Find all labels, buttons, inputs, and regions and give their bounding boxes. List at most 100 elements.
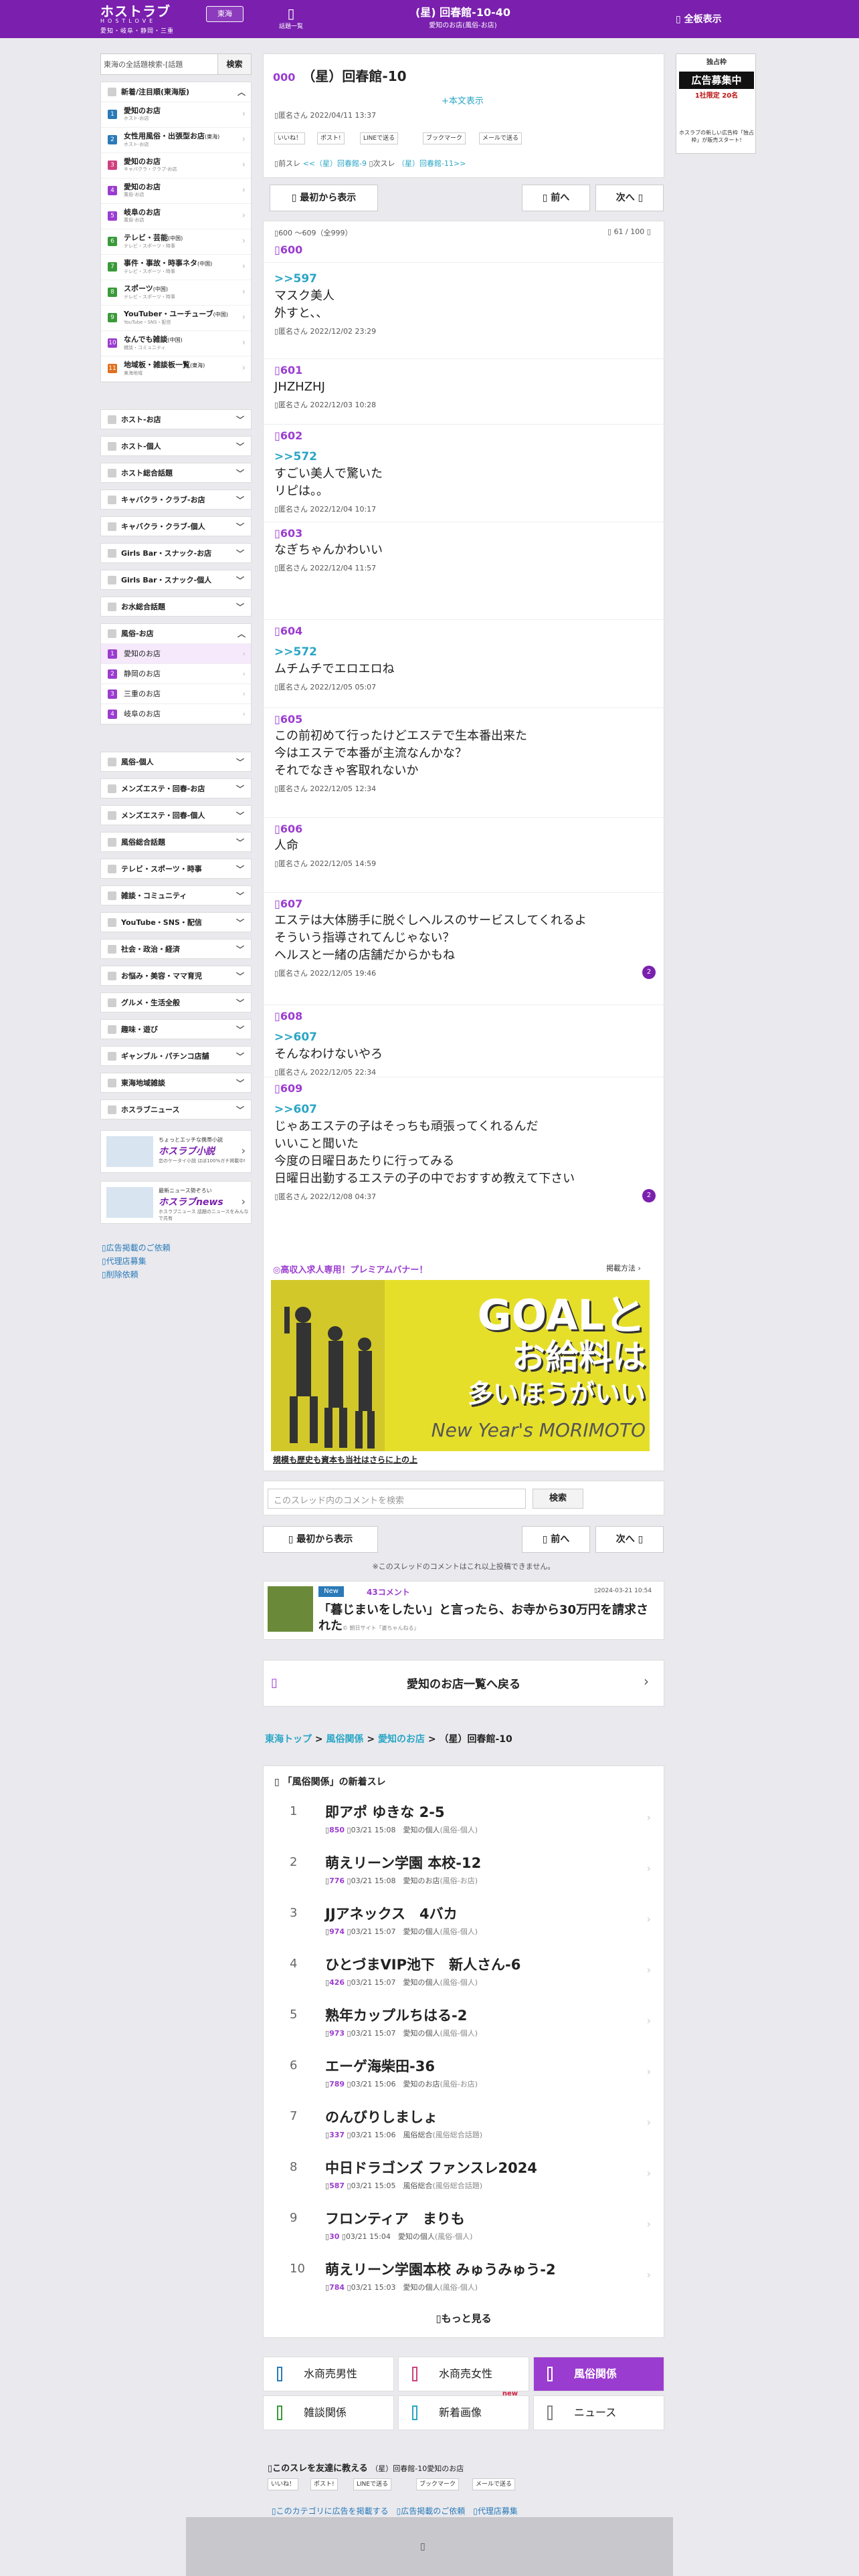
- next-page-button-bottom[interactable]: 次へ ▯: [595, 1526, 664, 1553]
- new-topic-item[interactable]: 8 スポーツ(中国) テレビ・スポーツ・時事 ›: [101, 280, 251, 306]
- category-toggle[interactable]: 風俗総合話題 ﹀: [100, 832, 252, 852]
- share-button[interactable]: いいね！: [268, 2478, 299, 2490]
- breadcrumb-aichi[interactable]: 愛知のお店: [378, 1734, 425, 1745]
- category-tab[interactable]: 新着画像 new: [398, 2390, 529, 2430]
- category-toggle[interactable]: ホスト総合話題 ﹀: [100, 463, 252, 483]
- share-button[interactable]: LINEで送る: [353, 2478, 392, 2490]
- region-button[interactable]: 東海: [206, 6, 244, 22]
- category-toggle[interactable]: 雑談・コミュニティ ﹀: [100, 885, 252, 905]
- new-topic-item[interactable]: 7 事件・事故・時事ネタ(中国) テレビ・スポーツ・時事 ›: [101, 255, 251, 280]
- category-toggle[interactable]: メンズエステ・回春-お店 ﹀: [100, 778, 252, 798]
- more-button[interactable]: ▯もっと見る: [263, 2311, 664, 2325]
- category-toggle[interactable]: 趣味・遊び ﹀: [100, 1019, 252, 1039]
- fuzoku-shop-item[interactable]: 3 三重のお店 ›: [101, 684, 251, 704]
- share-button[interactable]: ブックマーク: [416, 2478, 460, 2490]
- premium-caption[interactable]: 規模も歴史も資本も当社はさらに上の上: [273, 1454, 417, 1465]
- ranking-row[interactable]: 1 即アポ ゆきな 2-5 ▯850 ▯03/21 15:08 愛知の個人(風俗-個…: [263, 1795, 664, 1842]
- full-view-button[interactable]: ▯ 全板表示: [676, 12, 722, 25]
- category-toggle[interactable]: Girls Bar・スナック-お店 ﹀: [100, 543, 252, 563]
- ranking-row[interactable]: 8 中日ドラゴンズ ファンスレ2024 ▯587 ▯03/21 15:05 風俗総合…: [263, 2151, 664, 2197]
- category-toggle[interactable]: ホスラブニュース ﹀: [100, 1099, 252, 1119]
- ad-request-link[interactable]: ▯広告掲載のご依頼: [102, 1241, 171, 1255]
- category-toggle[interactable]: お水総合話題 ﹀: [100, 597, 252, 617]
- exclusive-ad[interactable]: 独占枠 広告募集中 1社限定 20名 ホスラブの新しい広告枠「独占枠」が販売スタ…: [676, 53, 756, 154]
- post-number[interactable]: ▯606: [274, 821, 656, 837]
- reply-count-badge[interactable]: 2: [642, 1189, 656, 1202]
- footer-ad-category-link[interactable]: このカテゴリに広告を掲載する: [276, 2506, 389, 2516]
- new-topic-item[interactable]: 1 愛知のお店 ホスト-お店 ›: [101, 102, 251, 128]
- fuzoku-shop-item[interactable]: 1 愛知のお店 ›: [101, 644, 251, 664]
- site-search-input[interactable]: 東海の全話題検索-[話題: [104, 59, 211, 70]
- new-topic-item[interactable]: 10 なんでも雑談(中国) 雑談・コミュニティ ›: [101, 331, 251, 356]
- category-toggle[interactable]: YouTube・SNS・配信 ﹀: [100, 912, 252, 932]
- comment-search-button[interactable]: 検索: [533, 1489, 583, 1509]
- category-toggle[interactable]: テレビ・スポーツ・時事 ﹀: [100, 859, 252, 879]
- new-topic-item[interactable]: 11 地域板・雑談板一覧(東海) 東海地域 ›: [101, 356, 251, 382]
- show-from-start-button-bottom[interactable]: ▯ 最初から表示: [263, 1526, 378, 1553]
- delete-request-link[interactable]: ▯削除依頼: [102, 1268, 138, 1281]
- ranking-row[interactable]: 2 萌えリーン学園 本校-12 ▯776 ▯03/21 15:08 愛知のお店(風俗…: [263, 1846, 664, 1893]
- new-topic-item[interactable]: 3 愛知のお店 キャバクラ・クラブ-お店 ›: [101, 153, 251, 179]
- post-number[interactable]: ▯607: [274, 896, 656, 912]
- new-topic-item[interactable]: 5 岐阜のお店 風俗-お店 ›: [101, 204, 251, 229]
- prev-page-button[interactable]: ▯ 前へ: [522, 185, 590, 211]
- post-number[interactable]: ▯608: [274, 1008, 656, 1025]
- category-toggle[interactable]: キャバクラ・クラブ-個人 ﹀: [100, 516, 252, 536]
- ranking-row[interactable]: 3 JJアネックス 4バカ ▯974 ▯03/21 15:07 愛知の個人(風俗-個…: [263, 1897, 664, 1943]
- ranking-row[interactable]: 7 のんびりしましょ ▯337 ▯03/21 15:06 風俗総合(風俗総合話題) ›: [263, 2100, 664, 2147]
- category-toggle[interactable]: 社会・政治・経済 ﹀: [100, 939, 252, 959]
- agency-link[interactable]: ▯代理店募集: [102, 1255, 147, 1268]
- category-toggle[interactable]: ホスト-お店 ﹀: [100, 409, 252, 429]
- share-button[interactable]: ポスト!: [317, 132, 345, 144]
- category-tab[interactable]: 水商売女性: [398, 2357, 529, 2391]
- category-toggle[interactable]: ホスト-個人 ﹀: [100, 436, 252, 456]
- post-number[interactable]: ▯605: [274, 712, 656, 728]
- fuzoku-shop-item[interactable]: 2 静岡のお店 ›: [101, 664, 251, 684]
- share-button[interactable]: いいね！: [274, 132, 306, 144]
- show-body-link[interactable]: +本文表示: [442, 94, 484, 106]
- reply-anchor[interactable]: >>572: [274, 448, 656, 465]
- breadcrumb-fuzoku[interactable]: 風俗関係: [326, 1734, 363, 1745]
- new-topic-item[interactable]: 2 女性用風俗・出張型お店(東海) ホスト-お店 ›: [101, 128, 251, 153]
- ranking-row[interactable]: 9 フロンティア まりも ▯30 ▯03/21 15:04 愛知の個人(風俗-個人)…: [263, 2202, 664, 2248]
- news-title[interactable]: 「暮じまいをしたい」と言ったら、お寺から30万円を請求された© 朝日サイト「婆ち…: [318, 1602, 656, 1634]
- category-toggle[interactable]: メンズエステ・回春-個人 ﹀: [100, 805, 252, 825]
- breadcrumb-tokai[interactable]: 東海トップ: [265, 1734, 312, 1745]
- post-number[interactable]: ▯604: [274, 623, 656, 639]
- category-toggle[interactable]: ギャンブル・パチンコ店舗 ﹀: [100, 1046, 252, 1066]
- fuzoku-shop-head[interactable]: 風俗-お店 ︿: [101, 624, 251, 644]
- category-tab[interactable]: 雑談関係: [263, 2395, 394, 2430]
- share-button[interactable]: メールで送る: [472, 2478, 516, 2490]
- post-number[interactable]: ▯601: [274, 362, 656, 379]
- new-topic-item[interactable]: 9 YouTuber・ユーチューブ(中国) YouTube・SNS・配信 ›: [101, 306, 251, 331]
- reply-anchor[interactable]: >>572: [274, 643, 656, 661]
- post-number[interactable]: ▯603: [274, 526, 656, 542]
- footer-ad-request-link[interactable]: 広告掲載のご依頼: [401, 2506, 465, 2516]
- novel-banner[interactable]: ちょっとエッチな携帯小説 ホスラブ小説 恋のケータイ小説 ほぼ100%ガチ掲載中…: [100, 1130, 252, 1173]
- post-number[interactable]: ▯602: [274, 428, 656, 444]
- prev-page-button-bottom[interactable]: ▯ 前へ: [522, 1526, 590, 1553]
- next-page-button[interactable]: 次へ ▯: [595, 185, 664, 211]
- post-number[interactable]: ▯609: [274, 1081, 656, 1097]
- reply-count-badge[interactable]: 2: [642, 966, 656, 979]
- reply-anchor[interactable]: >>607: [274, 1029, 656, 1046]
- show-from-start-button[interactable]: ▯ 最初から表示: [270, 185, 378, 211]
- comment-search-input[interactable]: このスレッド内のコメントを検索: [268, 1489, 526, 1509]
- new-topics-head[interactable]: 新着/注目順(東海版) ︿: [101, 82, 251, 102]
- topic-list-button[interactable]: ▯ 話題一覧: [274, 5, 308, 30]
- category-toggle[interactable]: お悩み・美容・ママ育児 ﹀: [100, 966, 252, 986]
- share-button[interactable]: ブックマーク: [423, 132, 466, 144]
- new-topic-item[interactable]: 6 テレビ・芸能(中国) テレビ・スポーツ・時事 ›: [101, 229, 251, 255]
- ranking-row[interactable]: 6 エーゲ海柴田-36 ▯789 ▯03/21 15:06 愛知のお店(風俗-お店)…: [263, 2049, 664, 2096]
- post-number[interactable]: ▯600: [274, 242, 656, 258]
- share-button[interactable]: メールで送る: [479, 132, 522, 144]
- footer-agency-link[interactable]: 代理店募集: [478, 2506, 518, 2516]
- site-search-button[interactable]: 検索: [217, 54, 251, 74]
- next-thread-link[interactable]: （星）回春館-11>>: [397, 159, 466, 168]
- category-toggle[interactable]: キャバクラ・クラブ-お店 ﹀: [100, 490, 252, 510]
- reply-anchor[interactable]: >>597: [274, 270, 656, 288]
- new-topic-item[interactable]: 4 愛知のお店 風俗-お店 ›: [101, 179, 251, 204]
- ranking-row[interactable]: 4 ひとづまVIP池下 新人さん-6 ▯426 ▯03/21 15:07 愛知の個人…: [263, 1947, 664, 1994]
- premium-how-link[interactable]: 掲載方法 ›: [606, 1263, 641, 1273]
- reply-anchor[interactable]: >>607: [274, 1101, 656, 1118]
